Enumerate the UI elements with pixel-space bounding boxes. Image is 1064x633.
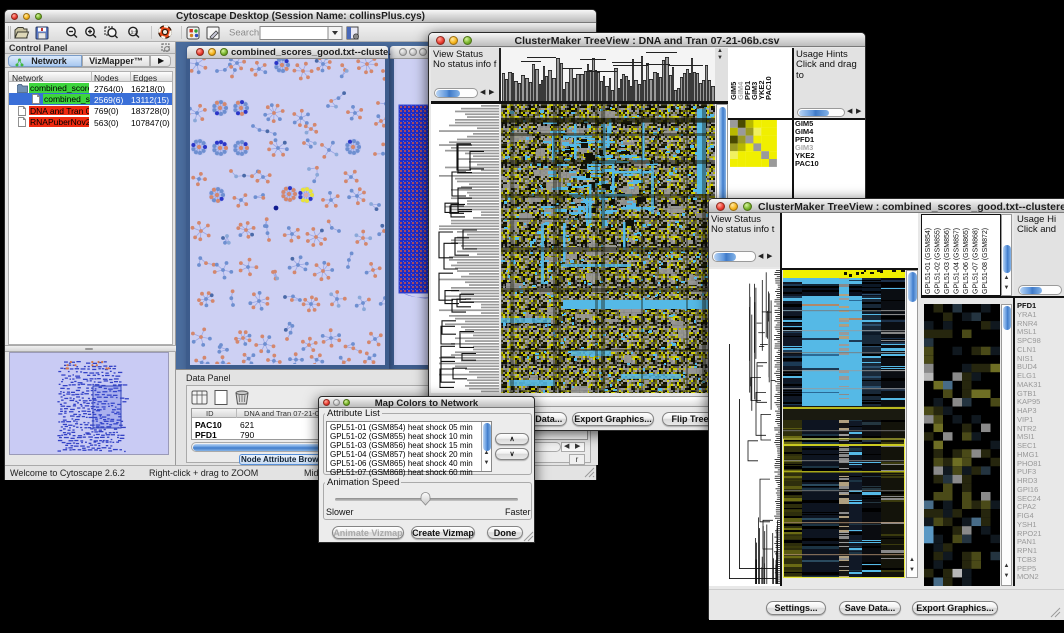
svg-text:GPL51-07 (GSM868): GPL51-07 (GSM868) [973,228,980,294]
svg-text:Search:: Search: [229,28,262,39]
svg-text:GPL51-02 (GSM855): GPL51-02 (GSM855) [935,228,942,294]
svg-text:1:1: 1:1 [131,30,138,35]
svg-text:GPL51-08 (GSM872): GPL51-08 (GSM872) [982,228,989,294]
svg-text:GPL51-03 (GSM856): GPL51-03 (GSM856) [944,228,951,294]
svg-text:GPL51-01 (GSM854): GPL51-01 (GSM854) [925,228,932,294]
svg-text:PAC10: PAC10 [764,76,773,100]
svg-text:GPL51-06 (GSM865): GPL51-06 (GSM865) [963,228,970,294]
svg-text:GPL51-04 (GSM857): GPL51-04 (GSM857) [954,228,961,294]
